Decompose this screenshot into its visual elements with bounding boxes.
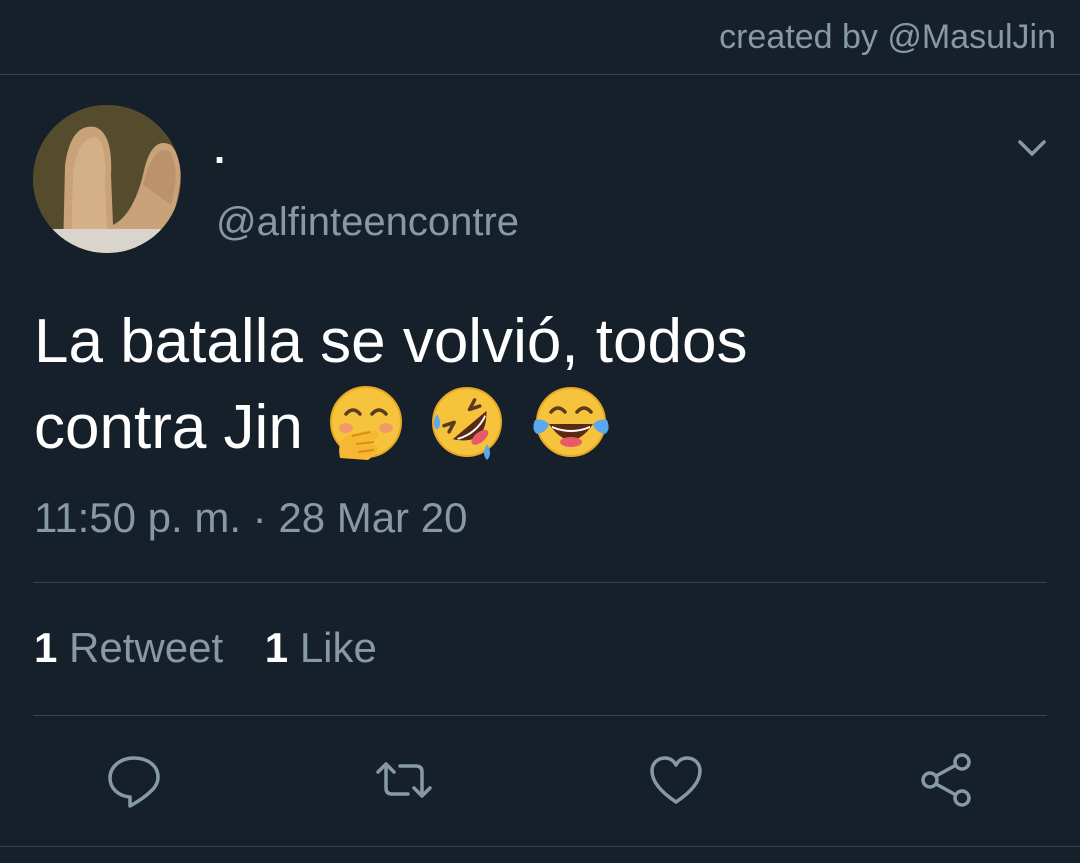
like-stat[interactable]: 1 Like <box>265 624 377 672</box>
reply-icon <box>108 756 160 808</box>
tweet-text-line: contra Jin <box>34 393 303 462</box>
face-with-tears-of-joy-icon <box>532 387 609 457</box>
tweet-text-line: La batalla se volvió, todos <box>34 307 748 376</box>
avatar-photo <box>33 105 181 253</box>
display-name[interactable]: . <box>214 128 225 173</box>
tweet-text-line-2: contra Jin <box>34 384 1044 482</box>
like-button[interactable] <box>646 750 706 810</box>
retweet-count: 1 <box>34 624 58 671</box>
divider <box>33 582 1047 583</box>
emoji-row <box>320 384 610 482</box>
like-count: 1 <box>264 624 289 671</box>
share-icon <box>921 753 971 807</box>
divider <box>0 846 1080 847</box>
engagement-stats: 1 Retweet 1 Like <box>34 624 407 672</box>
retweet-stat[interactable]: 1 Retweet <box>34 624 223 672</box>
tweet-timestamp[interactable]: 11:50 p. m. · 28 Mar 20 <box>34 494 467 542</box>
retweet-button[interactable] <box>374 750 434 810</box>
user-handle[interactable]: @alfinteencontre <box>216 200 519 245</box>
retweet-icon <box>376 762 432 798</box>
tweet-text: La batalla se volvió, todos contra Jin <box>34 300 1044 482</box>
retweet-label: Retweet <box>69 624 224 671</box>
share-button[interactable] <box>916 750 976 810</box>
like-label: Like <box>299 624 377 671</box>
face-with-hand-over-mouth-icon <box>330 386 403 460</box>
top-bar: created by @MasulJin <box>0 0 1080 75</box>
reply-button[interactable] <box>104 750 164 810</box>
rolling-on-floor-laughing-icon <box>432 387 503 460</box>
credit-label: created by @MasulJin <box>719 18 1056 56</box>
divider <box>33 715 1047 716</box>
chevron-down-icon[interactable] <box>1012 128 1052 168</box>
avatar[interactable] <box>33 105 181 253</box>
like-icon <box>650 756 702 804</box>
